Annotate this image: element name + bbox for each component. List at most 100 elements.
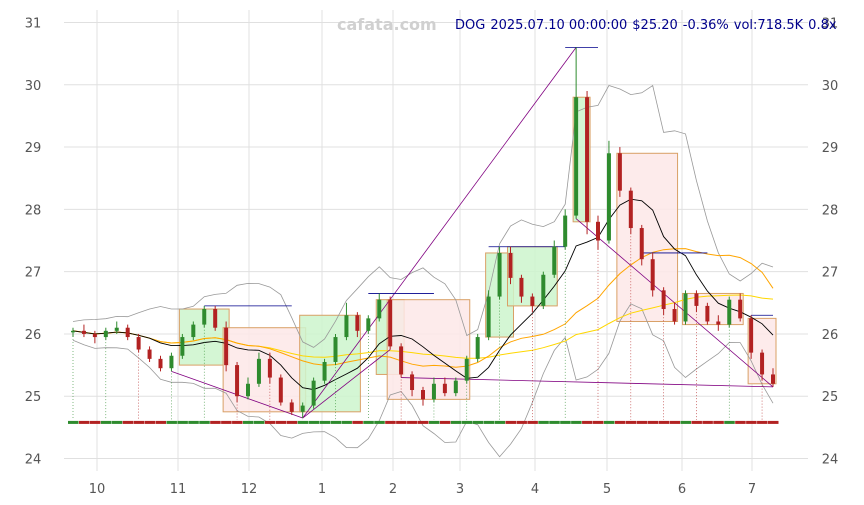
volume-bar: [702, 420, 713, 424]
candle: [486, 290, 491, 341]
candle-body: [453, 380, 458, 394]
volume-bar: [614, 420, 626, 424]
volume-bar: [341, 420, 352, 424]
candle: [606, 140, 611, 244]
candle: [749, 315, 754, 359]
volume-bar: [768, 420, 779, 424]
candle-body: [617, 153, 622, 191]
y-tick-label-left: 29: [25, 141, 42, 156]
candle: [431, 377, 436, 420]
volume-bar: [735, 420, 746, 424]
candle-body: [421, 390, 425, 400]
candle-body: [235, 365, 240, 397]
candle: [574, 47, 579, 219]
x-tick-label: 11: [170, 482, 187, 497]
candle-body: [694, 293, 699, 306]
candle: [563, 209, 568, 420]
candle: [136, 333, 141, 420]
y-tick-label-right: 26: [822, 328, 839, 343]
x-tick-label: 7: [748, 482, 756, 497]
volume-bar: [133, 420, 145, 424]
candle: [71, 327, 75, 420]
volume-bar: [461, 420, 473, 424]
volume-bar: [374, 420, 385, 424]
candle: [388, 296, 393, 350]
candle-body: [508, 252, 513, 278]
candle: [92, 330, 97, 344]
candle: [169, 352, 174, 420]
candle-body: [541, 274, 546, 306]
candle: [541, 271, 546, 310]
candle-body: [563, 215, 568, 247]
volume-bar: [297, 420, 309, 424]
candle-body: [738, 299, 743, 319]
volume-bar: [275, 420, 287, 424]
volume-bar: [527, 420, 538, 424]
candle: [727, 296, 732, 420]
candle-body: [366, 318, 371, 331]
candle-body: [727, 299, 732, 325]
y-tick-label-right: 29: [822, 141, 839, 156]
volume-bar: [571, 420, 582, 424]
volume-bar: [188, 420, 199, 424]
candle-body: [574, 97, 579, 216]
volume-bar: [68, 420, 79, 424]
candle-body: [530, 296, 535, 306]
volume-bar: [221, 420, 232, 424]
candle-body: [475, 337, 480, 359]
volume-bar: [549, 420, 560, 424]
volume-bar: [177, 420, 188, 424]
candle-body: [289, 402, 294, 412]
candle-body: [377, 299, 382, 319]
volume-bar: [330, 420, 341, 424]
volume-bar: [264, 420, 276, 424]
volume-bar: [691, 420, 702, 424]
candle: [125, 324, 130, 341]
volume-bar: [407, 420, 418, 424]
candle-body: [344, 315, 349, 338]
volume-bar: [155, 420, 166, 424]
candle-body: [322, 361, 327, 381]
volume-bar: [418, 420, 429, 424]
candle: [596, 215, 600, 420]
candlestick-chart: 24 2425 2526 2627 2728 2829 2930 3031 3110 11 12 1 2…: [25, 10, 839, 497]
volume-bar: [647, 420, 659, 424]
candle: [213, 305, 218, 331]
volume-bar: [593, 420, 604, 424]
candle-body: [497, 252, 502, 297]
volume-bar: [669, 420, 681, 424]
candle-body: [716, 321, 721, 325]
candle: [552, 240, 557, 278]
volume-bar: [724, 420, 735, 424]
y-tick-label-left: 27: [25, 266, 42, 281]
volume-bar: [78, 420, 90, 424]
candle: [344, 302, 349, 341]
candle-body: [596, 221, 600, 241]
x-tick-label: 2: [389, 482, 397, 497]
candle-body: [103, 330, 108, 338]
candle-body: [147, 349, 152, 359]
volume-bar: [603, 420, 615, 424]
candle-body: [399, 346, 404, 375]
candle-body: [552, 246, 557, 275]
volume-bar: [199, 420, 210, 424]
symbol-label: DOG: [455, 18, 486, 33]
candle-body: [158, 358, 163, 369]
volume-bar: [582, 420, 593, 424]
candle: [475, 333, 480, 362]
candle: [278, 374, 283, 406]
candle: [650, 252, 655, 297]
volume-bar: [625, 420, 637, 424]
volume-bar: [680, 420, 691, 424]
candle-body: [650, 259, 655, 291]
candle-body: [114, 327, 119, 331]
y-tick-label-left: 31: [25, 16, 42, 31]
volume-bar: [385, 420, 396, 424]
volume-bar: [363, 420, 374, 424]
x-tick-label: 5: [603, 482, 611, 497]
candle-body: [300, 405, 305, 412]
candle-body: [486, 296, 491, 338]
candle-body: [661, 290, 666, 310]
candle-body: [683, 293, 688, 322]
volume-bar: [494, 420, 506, 424]
